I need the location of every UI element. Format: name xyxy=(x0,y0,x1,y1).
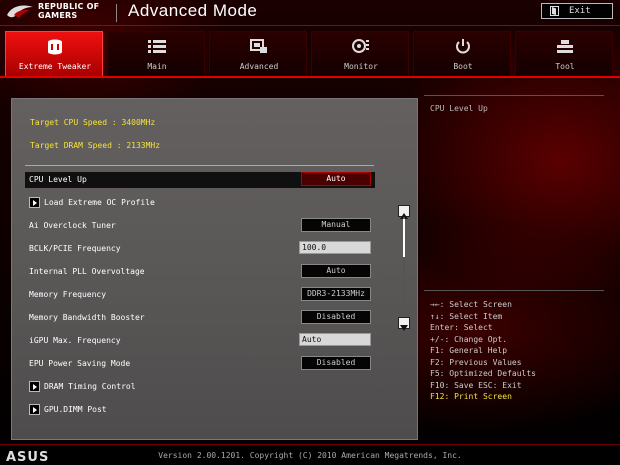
setting-input[interactable]: 100.0 xyxy=(299,241,371,254)
scroll-up-arrow-icon[interactable] xyxy=(398,205,410,219)
hint-select-item: ↑↓: Select Item xyxy=(430,312,503,321)
help-title: CPU Level Up xyxy=(430,104,488,113)
hint-optimized-defaults: F5: Optimized Defaults xyxy=(430,369,536,378)
tab-label: Boot xyxy=(453,62,473,71)
tab-label: Advanced xyxy=(239,62,279,71)
tab-label: Monitor xyxy=(344,62,378,71)
setting-row-epu-power-saving-mode[interactable]: EPU Power Saving Mode Disabled xyxy=(25,356,375,372)
hint-enter-select: Enter: Select xyxy=(430,323,493,332)
exit-door-icon xyxy=(550,6,559,16)
scroll-thumb[interactable] xyxy=(403,219,405,257)
scrollbar[interactable] xyxy=(398,205,410,331)
setting-label: Ai Overclock Tuner xyxy=(29,221,116,230)
hint-print-screen: F12: Print Screen xyxy=(430,392,512,401)
setting-row-bclk-pcie-frequency[interactable]: BCLK/PCIE Frequency 100.0 xyxy=(25,241,375,257)
tab-underline xyxy=(0,76,620,78)
setting-row-memory-frequency[interactable]: Memory Frequency DDR3-2133MHz xyxy=(25,287,375,303)
target-cpu-speed: Target CPU Speed : 3400MHz xyxy=(30,118,156,127)
advanced-chip-icon xyxy=(250,39,267,53)
submenu-gpu-dimm-post[interactable]: GPU.DIMM Post xyxy=(25,402,375,418)
rog-eye-logo-icon xyxy=(7,5,33,18)
scroll-down-arrow-icon[interactable] xyxy=(398,317,410,331)
submenu-load-extreme-oc-profile[interactable]: Load Extreme OC Profile xyxy=(25,195,375,211)
help-bottom-divider xyxy=(424,290,604,291)
setting-label: GPU.DIMM Post xyxy=(44,405,107,414)
setting-value[interactable]: Disabled xyxy=(301,310,371,324)
submenu-arrow-icon xyxy=(29,381,40,392)
target-dram-speed: Target DRAM Speed : 2133MHz xyxy=(30,141,161,150)
hint-select-screen: →←: Select Screen xyxy=(430,300,512,309)
header-separator xyxy=(0,25,620,26)
submenu-dram-timing-control[interactable]: DRAM Timing Control xyxy=(25,379,375,395)
header: REPUBLIC OF GAMERS Advanced Mode Exit xyxy=(0,0,620,26)
exit-button[interactable]: Exit xyxy=(541,3,613,19)
settings-panel: Target CPU Speed : 3400MHz Target DRAM S… xyxy=(11,98,418,440)
brand-text: REPUBLIC OF GAMERS xyxy=(38,2,99,20)
setting-row-igpu-max-frequency[interactable]: iGPU Max. Frequency Auto xyxy=(25,333,375,349)
tweaker-cup-icon xyxy=(48,39,62,55)
tool-icon xyxy=(557,40,573,53)
setting-value[interactable]: Disabled xyxy=(301,356,371,370)
tab-monitor[interactable]: Monitor xyxy=(311,31,409,76)
setting-value[interactable]: Auto xyxy=(301,172,371,186)
hint-save-exit: F10: Save ESC: Exit xyxy=(430,381,522,390)
setting-row-memory-bandwidth-booster[interactable]: Memory Bandwidth Booster Disabled xyxy=(25,310,375,326)
submenu-arrow-icon xyxy=(29,404,40,415)
mode-title: Advanced Mode xyxy=(128,1,258,20)
brand-line2: GAMERS xyxy=(38,11,78,20)
tab-label: Main xyxy=(147,62,167,71)
power-icon xyxy=(456,39,470,54)
tab-advanced[interactable]: Advanced xyxy=(209,31,307,76)
setting-label: DRAM Timing Control xyxy=(44,382,136,391)
tab-label: Extreme Tweaker xyxy=(18,62,92,71)
settings-divider xyxy=(25,165,374,166)
submenu-arrow-icon xyxy=(29,197,40,208)
tab-boot[interactable]: Boot xyxy=(413,31,511,76)
setting-label: Internal PLL Overvoltage xyxy=(29,267,145,276)
setting-label: EPU Power Saving Mode xyxy=(29,359,131,368)
setting-row-internal-pll-overvoltage[interactable]: Internal PLL Overvoltage Auto xyxy=(25,264,375,280)
tab-main[interactable]: Main xyxy=(107,31,205,76)
version-text: Version 2.00.1201. Copyright (C) 2010 Am… xyxy=(158,451,462,460)
hint-general-help: F1: General Help xyxy=(430,346,508,355)
setting-row-cpu-level-up[interactable]: CPU Level Up Auto xyxy=(25,172,375,188)
setting-label: BCLK/PCIE Frequency xyxy=(29,244,121,253)
setting-label: CPU Level Up xyxy=(29,175,87,184)
hint-previous-values: F2: Previous Values xyxy=(430,358,522,367)
tab-extreme-tweaker[interactable]: Extreme Tweaker xyxy=(5,31,103,76)
footer-separator xyxy=(0,444,620,445)
setting-label: Memory Bandwidth Booster xyxy=(29,313,145,322)
setting-input[interactable]: Auto xyxy=(299,333,371,346)
exit-label: Exit xyxy=(569,6,591,16)
brand-line1: REPUBLIC OF xyxy=(38,2,100,11)
setting-value[interactable]: DDR3-2133MHz xyxy=(301,287,371,301)
setting-value[interactable]: Auto xyxy=(301,264,371,278)
monitor-fan-icon xyxy=(352,39,369,53)
list-icon xyxy=(148,40,166,53)
help-top-divider xyxy=(424,95,604,96)
setting-row-ai-overclock-tuner[interactable]: Ai Overclock Tuner Manual xyxy=(25,218,375,234)
setting-label: Memory Frequency xyxy=(29,290,107,299)
tab-tool[interactable]: Tool xyxy=(515,31,613,76)
setting-label: Load Extreme OC Profile xyxy=(44,198,155,207)
header-divider xyxy=(116,4,117,22)
hint-change-option: +/-: Change Opt. xyxy=(430,335,508,344)
setting-value[interactable]: Manual xyxy=(301,218,371,232)
tab-label: Tool xyxy=(555,62,575,71)
setting-label: iGPU Max. Frequency xyxy=(29,336,121,345)
